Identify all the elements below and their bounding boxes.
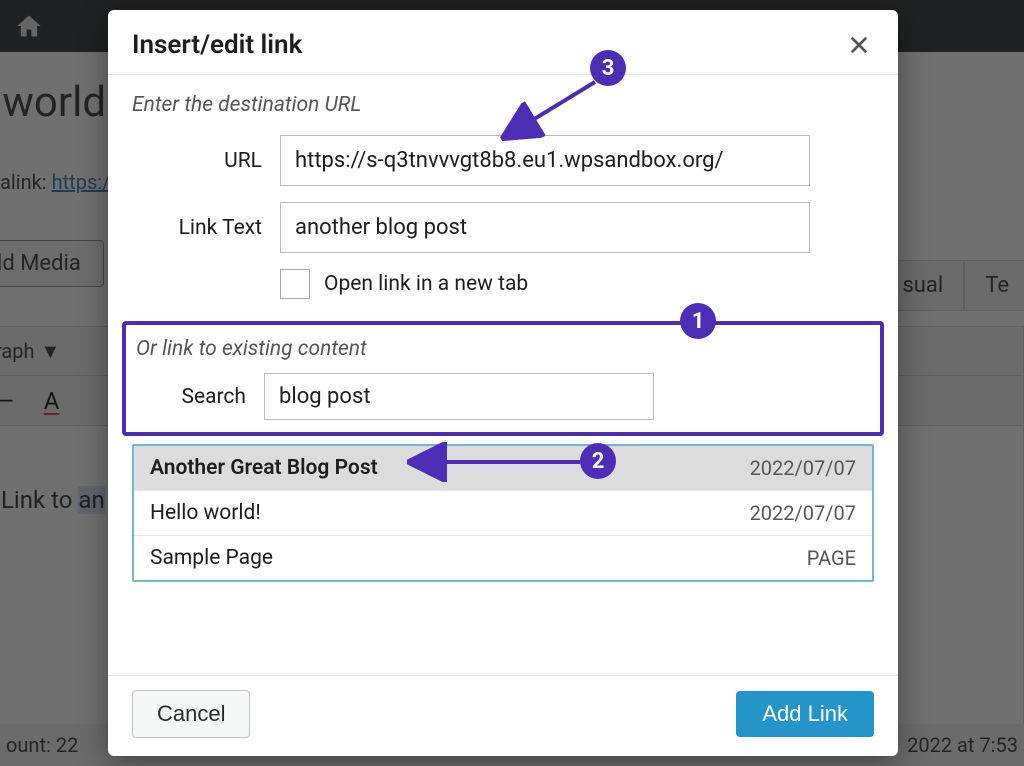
cancel-button[interactable]: Cancel <box>132 690 250 738</box>
url-row: URL <box>132 135 874 186</box>
newtab-checkbox[interactable] <box>280 269 310 299</box>
result-title: Sample Page <box>150 546 273 570</box>
result-meta: 2022/07/07 <box>750 456 856 480</box>
result-title: Hello world! <box>150 501 261 525</box>
newtab-row: Open link in a new tab <box>280 269 874 299</box>
search-row: Search <box>136 373 870 420</box>
result-item[interactable]: Hello world! 2022/07/07 <box>134 490 872 535</box>
modal-title: Insert/edit link <box>132 30 302 60</box>
linktext-label: Link Text <box>132 216 262 240</box>
result-item[interactable]: Another Great Blog Post 2022/07/07 <box>134 446 872 490</box>
modal-body: Enter the destination URL URL Link Text … <box>108 75 898 675</box>
search-input[interactable] <box>264 373 654 420</box>
add-link-button[interactable]: Add Link <box>736 691 874 737</box>
insert-link-modal: Insert/edit link Enter the destination U… <box>108 10 898 756</box>
url-section-heading: Enter the destination URL <box>132 93 874 117</box>
result-meta: 2022/07/07 <box>750 501 856 525</box>
url-input[interactable] <box>280 135 810 186</box>
newtab-label: Open link in a new tab <box>324 272 528 296</box>
search-results: Another Great Blog Post 2022/07/07 Hello… <box>132 444 874 582</box>
close-button[interactable] <box>844 30 874 60</box>
result-title: Another Great Blog Post <box>150 456 378 480</box>
search-label: Search <box>136 385 246 409</box>
search-section-heading: Or link to existing content <box>136 337 870 361</box>
linktext-input[interactable] <box>280 202 810 253</box>
url-label: URL <box>132 149 262 173</box>
modal-header: Insert/edit link <box>108 10 898 75</box>
search-section: Or link to existing content Search <box>122 321 884 436</box>
result-meta: PAGE <box>807 546 856 570</box>
modal-footer: Cancel Add Link <box>108 675 898 756</box>
linktext-row: Link Text <box>132 202 874 253</box>
result-item[interactable]: Sample Page PAGE <box>134 535 872 580</box>
